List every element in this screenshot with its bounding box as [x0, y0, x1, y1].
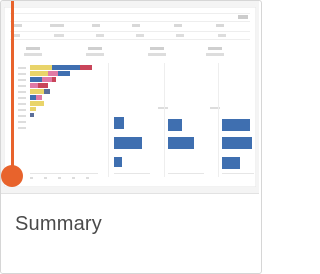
card-title: Summary [15, 213, 102, 235]
dashboard-preview-icon [4, 7, 256, 187]
dashboard-thumbnail[interactable] [1, 1, 259, 194]
selection-marker-line [11, 1, 14, 177]
selection-marker-icon [1, 165, 23, 187]
card-label-area[interactable]: Summary [1, 194, 259, 273]
summary-card[interactable]: Summary [0, 0, 262, 274]
